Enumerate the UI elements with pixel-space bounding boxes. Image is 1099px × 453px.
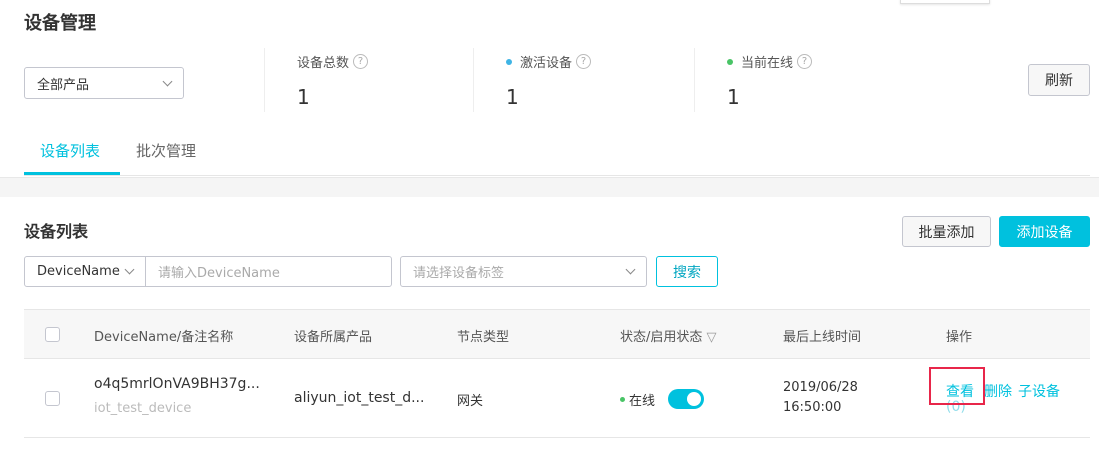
device-name[interactable]: o4q5mrlOnVA9BH37g... [94, 376, 260, 392]
dropdown-remnant [900, 0, 990, 4]
stat-total-value: 1 [297, 85, 310, 109]
status-dot-icon [506, 58, 512, 65]
tab-batch-management[interactable]: 批次管理 [136, 140, 196, 161]
row-checkbox[interactable] [45, 391, 60, 406]
search-button[interactable]: 搜索 [656, 256, 718, 287]
chevron-down-icon [625, 264, 636, 275]
tag-placeholder: 请选择设备标签 [413, 266, 505, 281]
divider [264, 48, 265, 112]
page-title: 设备管理 [24, 13, 96, 34]
tab-device-list[interactable]: 设备列表 [40, 140, 100, 161]
label: 激活设备 [520, 56, 573, 71]
tag-select[interactable]: 请选择设备标签 [400, 256, 647, 287]
divider [473, 48, 474, 112]
col-last-online: 最后上线时间 [783, 330, 862, 345]
search-field-value: DeviceName [37, 264, 120, 279]
select-all-checkbox[interactable] [45, 327, 60, 342]
label: 当前在线 [741, 56, 794, 71]
filter-icon[interactable]: ▽ [707, 330, 717, 345]
section-gap [0, 177, 1099, 197]
online-dot-icon [620, 397, 625, 402]
tabs-divider [24, 175, 1090, 176]
node-type: 网关 [457, 394, 484, 409]
refresh-button[interactable]: 刷新 [1028, 64, 1090, 96]
enable-toggle[interactable] [668, 389, 704, 409]
delete-link[interactable]: 删除 [984, 381, 1012, 401]
search-field-select[interactable]: DeviceName [24, 256, 146, 287]
highlight-box [929, 367, 985, 405]
stat-total-label: 设备总数? [297, 52, 369, 71]
device-status: 在线 [620, 390, 655, 409]
col-product: 设备所属产品 [294, 330, 373, 345]
add-device-button[interactable]: 添加设备 [999, 216, 1090, 247]
device-remark: iot_test_device [94, 401, 192, 416]
help-icon[interactable]: ? [576, 54, 592, 69]
stat-active-value: 1 [506, 85, 519, 109]
stat-online-label: 当前在线? [727, 52, 813, 71]
search-placeholder: 请输入DeviceName [158, 266, 280, 281]
status-text: 在线 [629, 394, 656, 409]
product-select[interactable]: 全部产品 [24, 67, 184, 99]
toggle-knob [687, 392, 701, 406]
last-online-date: 2019/06/28 [783, 380, 858, 395]
divider [694, 48, 695, 112]
row-divider [24, 437, 1090, 438]
chevron-down-icon [124, 264, 135, 275]
status-dot-icon [727, 58, 733, 65]
device-product: aliyun_iot_test_d... [294, 390, 425, 406]
col-device-name: DeviceName/备注名称 [94, 330, 234, 345]
sub-device-link[interactable]: 子设备 [1018, 381, 1060, 401]
chevron-down-icon [162, 76, 173, 86]
col-actions: 操作 [946, 330, 973, 345]
stat-active-label: 激活设备? [506, 52, 592, 71]
col-node-type: 节点类型 [457, 330, 510, 345]
product-select-value: 全部产品 [37, 77, 90, 93]
label: 设备总数 [297, 56, 350, 71]
batch-add-button[interactable]: 批量添加 [902, 216, 991, 247]
card-title: 设备列表 [24, 222, 89, 241]
last-online-time: 16:50:00 [783, 400, 842, 415]
col-status[interactable]: 状态/启用状态 ▽ [620, 326, 717, 345]
help-icon[interactable]: ? [353, 54, 369, 69]
label: 状态/启用状态 [620, 330, 703, 345]
stat-online-value: 1 [727, 85, 740, 109]
help-icon[interactable]: ? [797, 54, 813, 69]
search-input[interactable]: 请输入DeviceName [145, 256, 392, 287]
